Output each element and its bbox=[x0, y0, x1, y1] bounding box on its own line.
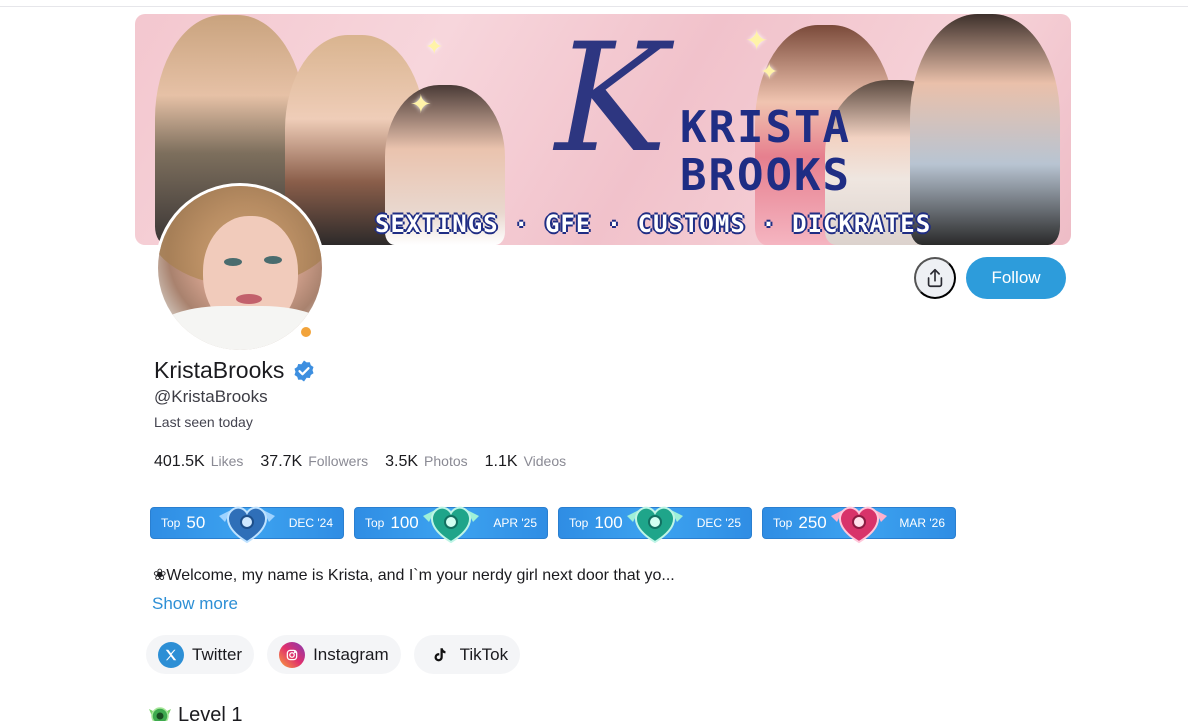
heart-emblem-icon bbox=[219, 506, 275, 544]
social-link-instagram[interactable]: Instagram bbox=[267, 635, 401, 674]
avatar-eye bbox=[224, 258, 242, 266]
social-label: TikTok bbox=[459, 644, 509, 664]
stat-videos[interactable]: 1.1K Videos bbox=[485, 453, 566, 471]
stat-followers[interactable]: 37.7K Followers bbox=[260, 453, 368, 471]
share-icon bbox=[927, 268, 943, 288]
badge-date: DEC '24 bbox=[288, 516, 333, 530]
show-more-link[interactable]: Show more bbox=[152, 594, 238, 614]
stat-label: Photos bbox=[424, 453, 468, 469]
stat-label: Likes bbox=[210, 453, 244, 469]
online-status-dot bbox=[298, 324, 314, 340]
badge-rank: 250 bbox=[798, 513, 827, 532]
heart-emblem-icon bbox=[627, 506, 683, 544]
top-divider bbox=[0, 6, 1188, 7]
heart-emblem-icon bbox=[831, 506, 887, 544]
last-seen-status: Last seen today bbox=[154, 414, 253, 430]
badge-date: MAR '26 bbox=[899, 516, 945, 530]
ranking-badge[interactable]: Top 100 DEC '25 bbox=[558, 506, 752, 544]
banner-title-line1: KRISTA bbox=[680, 102, 851, 153]
badge-rank: 100 bbox=[390, 513, 419, 532]
social-links: Twitter Instagram TikTok bbox=[146, 635, 521, 674]
sparkle-icon: ✦ bbox=[425, 34, 444, 59]
stat-value: 1.1K bbox=[484, 453, 518, 470]
share-button[interactable] bbox=[914, 257, 956, 299]
banner-tagline: SEXTINGS · GFE · CUSTOMS · DICKRATES bbox=[375, 210, 932, 238]
badge-rank: 50 bbox=[186, 513, 206, 532]
badge-date: DEC '25 bbox=[696, 516, 741, 530]
follow-button[interactable]: Follow bbox=[966, 257, 1066, 299]
banner-photo-figure bbox=[910, 14, 1060, 245]
social-link-tiktok[interactable]: TikTok bbox=[413, 635, 521, 674]
banner-script-letter: K bbox=[555, 14, 668, 186]
ranking-badge[interactable]: Top 50 DEC '24 bbox=[150, 506, 344, 544]
sparkle-icon: ✦ bbox=[410, 89, 432, 119]
stat-value: 37.7K bbox=[260, 453, 303, 470]
heart-emblem-icon bbox=[423, 506, 479, 544]
badge-top-label: Top bbox=[773, 516, 793, 530]
ranking-badges: Top 50 DEC '24 Top 100 APR '25 Top 100 D… bbox=[150, 506, 956, 544]
user-level: Level 1 bbox=[148, 703, 243, 721]
banner-title-line2: BROOKS bbox=[680, 150, 851, 201]
badge-date: APR '25 bbox=[493, 516, 537, 530]
social-link-twitter[interactable]: Twitter bbox=[146, 635, 255, 674]
social-label: Twitter bbox=[192, 644, 243, 664]
stat-label: Videos bbox=[523, 453, 567, 469]
badge-rank: 100 bbox=[594, 513, 623, 532]
stat-likes: 401.5K Likes bbox=[154, 453, 243, 471]
level-label: Level 1 bbox=[178, 703, 243, 721]
profile-stats: 401.5K Likes 37.7K Followers 3.5K Photos… bbox=[154, 453, 566, 471]
username-handle: @KristaBrooks bbox=[154, 387, 268, 406]
social-label: Instagram bbox=[313, 644, 389, 664]
stat-value: 401.5K bbox=[154, 453, 205, 470]
instagram-icon bbox=[279, 641, 306, 668]
sparkle-icon: ✦ bbox=[760, 59, 779, 84]
ranking-badge[interactable]: Top 250 MAR '26 bbox=[762, 506, 956, 544]
verified-icon bbox=[294, 360, 314, 381]
stat-photos[interactable]: 3.5K Photos bbox=[385, 453, 468, 471]
profile-bio: ❀Welcome, my name is Krista, and I`m you… bbox=[153, 567, 675, 584]
x-twitter-icon bbox=[158, 641, 184, 668]
ranking-badge[interactable]: Top 100 APR '25 bbox=[354, 506, 548, 544]
level-badge-icon bbox=[149, 707, 171, 721]
badge-top-label: Top bbox=[161, 516, 181, 530]
stat-label: Followers bbox=[308, 453, 369, 469]
badge-top-label: Top bbox=[365, 516, 385, 530]
avatar-mouth bbox=[236, 294, 262, 304]
stat-value: 3.5K bbox=[385, 453, 419, 470]
avatar-eye bbox=[264, 256, 282, 264]
name-row: KristaBrooks bbox=[154, 357, 316, 384]
badge-top-label: Top bbox=[569, 516, 589, 530]
avatar-shirt bbox=[158, 306, 322, 350]
display-name: KristaBrooks bbox=[154, 357, 285, 383]
sparkle-icon: ✦ bbox=[745, 25, 769, 56]
tiktok-icon bbox=[426, 642, 452, 668]
avatar-photo bbox=[158, 186, 322, 350]
